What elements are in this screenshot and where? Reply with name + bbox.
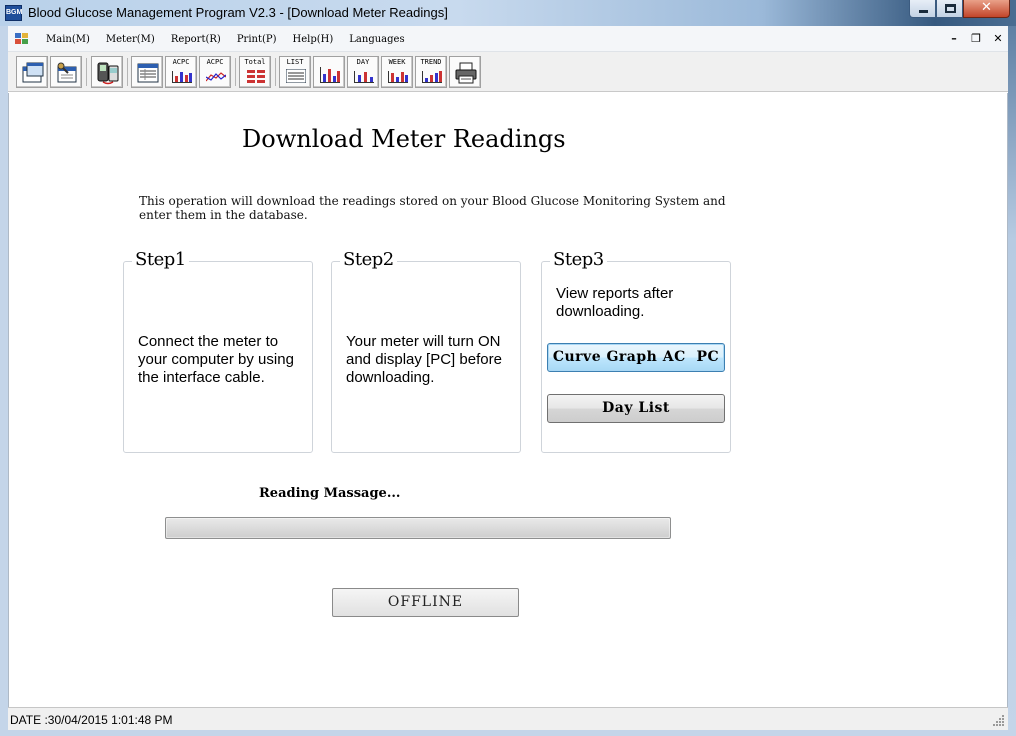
printer-icon [455,62,477,84]
close-icon: ✕ [981,0,992,15]
day-list-button[interactable]: Day List [547,394,725,423]
toolbar-acpc-label: ACPC [172,58,190,66]
toolbar-total-report-button[interactable]: Total [239,56,271,88]
mdi-child-window-icon[interactable] [15,33,29,45]
menu-main[interactable]: Main(M) [40,34,96,45]
toolbar-week-label: WEEK [388,58,406,66]
window-controls: ✕ [909,0,1010,18]
week-report-icon [388,71,408,83]
resize-grip-icon[interactable] [993,715,1005,727]
toolbar-day-label: DAY [356,58,370,66]
reading-status-label: Reading Massage... [259,486,401,501]
window-frame-bottom [0,730,1016,736]
download-meter-readings-window: Download Meter Readings This operation w… [8,93,1008,707]
app-logo-icon: BGM [5,5,22,21]
toolbar-total-label: Total [244,58,266,66]
step3-group: Step3 View reports after downloading. Cu… [541,249,731,453]
toolbar-meter-download-button[interactable] [91,56,123,88]
maximize-button[interactable] [936,0,963,18]
acpc-report-icon [172,71,192,83]
bar-chart-icon [320,67,340,83]
step1-text: Connect the meter to your computer by us… [138,333,294,386]
toolbar-list-report-button[interactable]: LIST [279,56,311,88]
menu-report[interactable]: Report(R) [165,34,227,45]
menu-items: Main(M) Meter(M) Report(R) Print(P) Help… [40,26,415,52]
toolbar-acpc-report-button[interactable]: ACPC [165,56,197,88]
menu-print[interactable]: Print(P) [231,34,283,45]
list-report-icon [286,69,306,83]
intro-text: This operation will download the reading… [139,194,726,222]
settings-icon [57,62,77,83]
minimize-button[interactable] [909,0,936,18]
toolbar-list-label: LIST [286,58,304,66]
maximize-icon [945,4,956,13]
toolbar: ACPC ACPC Total LIST DAY WEEK TREND [8,52,1008,92]
toolbar-separator [275,58,276,86]
title-bar[interactable]: BGM Blood Glucose Management Program V2.… [0,0,1016,26]
step3-text: View reports after downloading. [556,285,674,320]
progress-track [167,519,669,537]
window-title: Blood Glucose Management Program V2.3 - … [28,5,448,20]
toolbar-acpc-graph-label: ACPC [206,58,224,66]
toolbar-trend-label: TREND [420,58,442,66]
mdi-close-icon[interactable]: ✕ [992,32,1004,45]
offline-button[interactable]: OFFLINE [332,588,519,617]
menu-help[interactable]: Help(H) [287,34,340,45]
toolbar-acpc-graph-button[interactable]: ACPC [199,56,231,88]
toolbar-separator [86,58,87,86]
acpc-graph-icon [206,72,226,82]
close-button[interactable]: ✕ [963,0,1010,18]
mdi-minimize-icon[interactable]: – [948,32,960,45]
trend-report-icon [422,71,442,83]
toolbar-trend-report-button[interactable]: TREND [415,56,447,88]
menu-bar: Main(M) Meter(M) Report(R) Print(P) Help… [8,26,1008,52]
total-report-icon [247,70,265,83]
download-progress-bar [165,517,671,539]
mdi-restore-icon[interactable]: ❐ [970,32,982,45]
step2-title: Step2 [340,249,397,270]
toolbar-separator [127,58,128,86]
mdi-controls: – ❐ ✕ [948,32,1004,45]
toolbar-separator [235,58,236,86]
toolbar-bar-chart-button[interactable] [313,56,345,88]
menu-languages[interactable]: Languages [343,34,410,45]
window-frame-left [0,26,8,736]
day-report-icon [354,71,374,83]
curve-graph-ac-pc-button[interactable]: Curve Graph AC PC [547,343,725,372]
toolbar-day-report-button[interactable]: DAY [347,56,379,88]
toolbar-week-report-button[interactable]: WEEK [381,56,413,88]
meter-download-icon [97,62,119,85]
toolbar-table-report-button[interactable] [131,56,163,88]
menu-meter[interactable]: Meter(M) [100,34,161,45]
status-bar: DATE :30/04/2015 1:01:48 PM [8,707,1008,730]
minimize-icon [919,10,928,13]
step1-title: Step1 [132,249,189,270]
page-title: Download Meter Readings [242,125,566,153]
step2-text: Your meter will turn ON and display [PC]… [346,333,502,386]
step3-title: Step3 [550,249,607,270]
toolbar-print-button[interactable] [449,56,481,88]
status-date-time: DATE :30/04/2015 1:01:48 PM [10,713,173,727]
toolbar-main-window-button[interactable] [16,56,48,88]
toolbar-settings-button[interactable] [50,56,82,88]
main-window-icon [22,62,44,83]
window-frame-right [1008,26,1016,736]
table-report-icon [137,63,159,83]
step2-group: Step2 Your meter will turn ON and displa… [331,249,521,453]
step1-group: Step1 Connect the meter to your computer… [123,249,313,453]
